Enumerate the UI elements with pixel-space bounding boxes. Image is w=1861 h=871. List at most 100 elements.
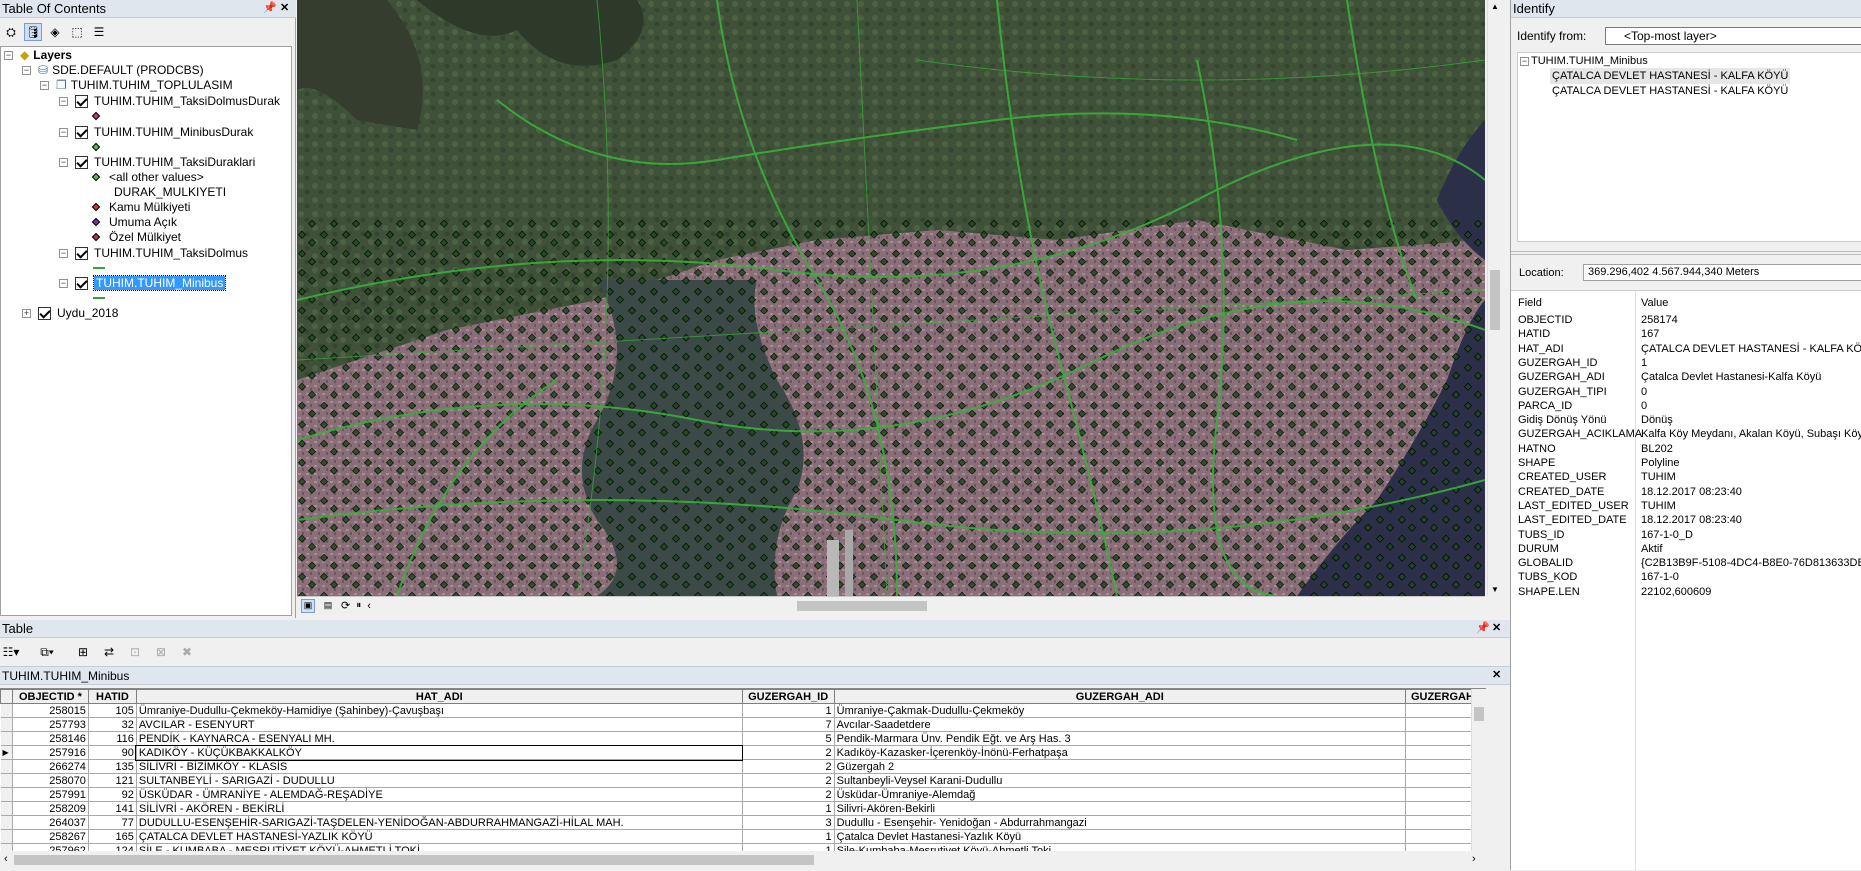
table-cell[interactable]: 266274 (12, 759, 89, 774)
row-selector[interactable] (0, 773, 13, 788)
attribute-table[interactable]: OBJECTID * HATID HAT_ADI GUZERGAH_ID GUZ… (0, 688, 1486, 851)
splitter[interactable] (1511, 251, 1861, 255)
tree-node-group[interactable]: − ❐ TUHIM.TUHIM_TOPLULASIM (40, 77, 233, 93)
layer-minibus[interactable]: − TUHIM.TUHIM_Minibus (59, 275, 227, 291)
visibility-checkbox[interactable] (75, 246, 88, 260)
close-icon[interactable]: ✕ (1492, 621, 1501, 634)
table-cell[interactable]: Şile-Kumbaba-Meşrutiyet Köyü-Ahmetli Tok… (834, 843, 1406, 851)
table-cell[interactable]: 135 (88, 759, 137, 774)
table-cell[interactable]: 258015 (12, 703, 89, 718)
clear-selection-icon[interactable]: ⊡ (126, 643, 144, 661)
table-cell[interactable]: Çatalca Devlet Hastanesi-Yazlık Köyü (834, 829, 1406, 844)
layer-minibusdurak[interactable]: − TUHIM.TUHIM_MinibusDurak (59, 124, 253, 140)
refresh-icon[interactable]: ⟳ (341, 599, 350, 612)
table-cell[interactable]: 264037 (12, 815, 89, 830)
row-selector[interactable] (0, 717, 13, 732)
table-vertical-scrollbar[interactable] (1471, 689, 1486, 851)
layer-label-selected[interactable]: TUHIM.TUHIM_Minibus (92, 275, 227, 291)
tree-result-item-selected[interactable]: ÇATALCA DEVLET HASTANESİ - KALFA KÖYÜ (1550, 68, 1791, 84)
scroll-right-icon[interactable]: › (1472, 853, 1476, 865)
table-cell[interactable]: Silivri-Akören-Bekirli (834, 801, 1406, 816)
table-cell[interactable]: Kadıköy-Kazasker-İçerenköy-İnönü-Ferhatp… (834, 745, 1406, 760)
visibility-checkbox[interactable] (75, 155, 88, 169)
table-cell[interactable]: 258267 (12, 829, 89, 844)
collapse-icon[interactable]: − (59, 96, 68, 106)
pause-icon[interactable]: ⏸ (356, 600, 361, 611)
table-cell[interactable]: 2 (742, 787, 835, 802)
table-cell[interactable]: 32 (88, 717, 137, 732)
table-cell[interactable]: ŞİLE - KUMBABA - MEŞRUTİYET KÖYÜ-AHMETLİ… (136, 843, 743, 851)
table-row[interactable]: 258015 105 Ümraniye-Dudullu-Çekmeköy-Hamid… (0, 703, 1486, 718)
collapse-icon[interactable]: − (59, 278, 68, 288)
layer-tab[interactable]: TUHIM.TUHIM_Minibus (2, 669, 129, 683)
table-row[interactable]: 258267 165 ÇATALCA DEVLET HASTANESİ-YAZLIK… (0, 829, 1486, 844)
visibility-checkbox[interactable] (75, 125, 88, 139)
table-cell[interactable]: Güzergah 2 (834, 759, 1406, 774)
layer-taksidolmusdurak[interactable]: − TUHIM.TUHIM_TaksiDolmusDurak (59, 93, 280, 109)
table-cell[interactable]: 2 (742, 745, 835, 760)
table-cell[interactable]: 141 (88, 801, 137, 816)
row-selector[interactable] (0, 815, 13, 830)
layout-view-icon[interactable]: ▤ (321, 599, 335, 613)
close-icon[interactable]: ✕ (280, 1, 289, 14)
collapse-icon[interactable]: − (59, 248, 68, 258)
zoom-to-selected-icon[interactable]: ⊠ (152, 643, 170, 661)
scroll-left-icon[interactable]: ‹ (4, 853, 8, 865)
table-cell[interactable]: Avcılar-Saadetdere (834, 717, 1406, 732)
table-cell[interactable]: 5 (742, 731, 835, 746)
list-by-visibility-icon[interactable]: ◈ (46, 23, 64, 41)
table-cell[interactable]: 1 (742, 829, 835, 844)
map-vertical-scrollbar[interactable]: ▲ ▼ (1487, 0, 1502, 596)
row-selector[interactable] (0, 759, 13, 774)
satellite-map[interactable] (297, 0, 1485, 596)
table-options-icon[interactable]: ☷▾ (2, 643, 20, 661)
collapse-icon[interactable]: − (59, 157, 68, 167)
table-cell[interactable]: 257991 (12, 787, 89, 802)
close-tab-icon[interactable]: ✕ (1492, 668, 1501, 681)
collapse-icon[interactable]: − (22, 65, 31, 75)
row-selector[interactable] (0, 787, 13, 802)
table-cell[interactable]: 90 (88, 745, 137, 760)
table-row[interactable]: 258146 116 PENDİK - KAYNARCA - ESENYALI MH… (0, 731, 1486, 746)
table-cell[interactable]: Dudullu - Esenşehir- Yenidoğan - Abdurra… (834, 815, 1406, 830)
table-cell[interactable]: 258070 (12, 773, 89, 788)
table-row[interactable]: 257793 32 AVCILAR - ESENYURT 7 Avcılar-Saade… (0, 717, 1486, 732)
table-row[interactable]: 257962 124 ŞİLE - KUMBABA - MEŞRUTİYET KÖY… (0, 843, 1486, 851)
delete-selected-icon[interactable]: ✖ (178, 643, 196, 661)
related-tables-icon[interactable]: ⧉▾ (38, 643, 56, 661)
scroll-down-icon[interactable]: ▼ (1491, 585, 1499, 594)
layer-taksiduraklari[interactable]: − TUHIM.TUHIM_TaksiDuraklari (59, 154, 255, 170)
column-header-hat-adi[interactable]: HAT_ADI (135, 689, 743, 704)
visibility-checkbox[interactable] (38, 306, 51, 320)
scroll-thumb[interactable] (1490, 270, 1500, 330)
table-cell[interactable]: Pendik-Marmara Ünv. Pendik Eğt. ve Arş H… (834, 731, 1406, 746)
table-cell[interactable]: 2 (742, 773, 835, 788)
table-cell[interactable]: 105 (88, 703, 137, 718)
table-cell[interactable]: SİLİVRİ - AKÖREN - BEKİRLİ (136, 801, 743, 816)
table-cell[interactable]: 257793 (12, 717, 89, 732)
visibility-checkbox[interactable] (75, 94, 88, 108)
tree-result-item[interactable]: ÇATALCA DEVLET HASTANESİ - KALFA KÖYÜ (1550, 83, 1790, 99)
visibility-checkbox[interactable] (75, 276, 88, 290)
table-cell[interactable]: 1 (742, 703, 835, 718)
table-cell[interactable]: Üsküdar-Ümraniye-Alemdağ (834, 787, 1406, 802)
hscroll-thumb[interactable] (797, 601, 927, 611)
layer-taksidolmus[interactable]: − TUHIM.TUHIM_TaksiDolmus (59, 245, 248, 261)
row-selector[interactable]: ▶ (0, 745, 13, 760)
data-view-icon[interactable]: ▣ (301, 598, 315, 613)
scroll-left-icon[interactable]: ‹ (367, 600, 371, 612)
map-view[interactable] (297, 0, 1485, 596)
table-cell[interactable]: 257962 (12, 843, 89, 851)
pin-icon[interactable]: 📌 (1476, 621, 1490, 634)
row-selector[interactable] (0, 829, 13, 844)
pin-icon[interactable]: 📌 (263, 1, 277, 14)
table-cell[interactable]: 258146 (12, 731, 89, 746)
collapse-icon[interactable]: − (59, 127, 68, 137)
expand-icon[interactable]: + (22, 308, 31, 318)
scroll-thumb[interactable] (1474, 707, 1484, 721)
column-header-guzergah-id[interactable]: GUZERGAH_ID (741, 689, 835, 704)
table-row[interactable]: ▶ 257916 90 KADIKÖY - KÜÇÜKBAKKALKÖY 2 Kadıkö… (0, 744, 1486, 761)
column-header-objectid[interactable]: OBJECTID * (11, 689, 89, 704)
table-cell[interactable]: 116 (88, 731, 137, 746)
tree-node-layers[interactable]: − ◆ Layers (4, 47, 72, 63)
